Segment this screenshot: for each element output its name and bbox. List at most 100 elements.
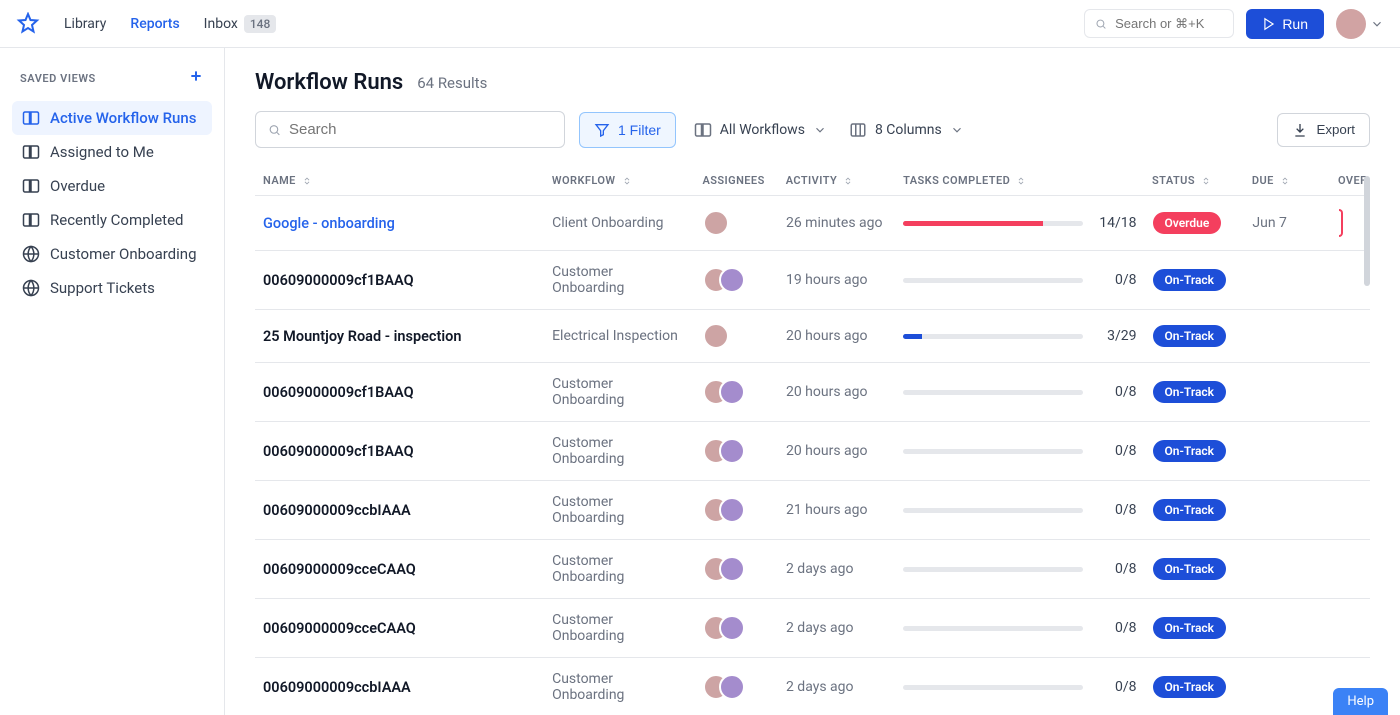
row-activity: 20 hours ago [786, 443, 868, 459]
progress: 0/8 [903, 384, 1136, 400]
global-search[interactable] [1084, 9, 1234, 38]
assignee-avatar[interactable] [703, 323, 729, 349]
sidebar-item-label: Support Tickets [50, 279, 155, 297]
sidebar-item-label: Recently Completed [50, 211, 183, 229]
table: NAME WORKFLOW ASSIGNEES ACTIVITY TASKS C… [255, 166, 1370, 715]
assignee-avatar[interactable] [719, 615, 745, 641]
table-row[interactable]: 25 Mountjoy Road - inspectionElectrical … [255, 309, 1370, 362]
table-row[interactable]: 00609000009ccbIAAA Customer Onboarding 21 … [255, 480, 1370, 539]
assignee-avatar[interactable] [719, 556, 745, 582]
status-badge: On-Track [1153, 558, 1227, 580]
sort-icon [302, 176, 312, 186]
row-name[interactable]: 00609000009cf1BAAQ [263, 272, 414, 289]
row-name[interactable]: 00609000009ccbIAAA [263, 679, 411, 696]
sidebar-item-4[interactable]: Customer Onboarding [12, 237, 212, 271]
sidebar-item-0[interactable]: Active Workflow Runs [12, 101, 212, 135]
table-row[interactable]: 00609000009cf1BAAQ Customer Onboarding 20 … [255, 421, 1370, 480]
nav-reports[interactable]: Reports [130, 16, 179, 32]
table-row[interactable]: 00609000009cf1BAAQCustomer Onboarding20 … [255, 362, 1370, 421]
progress-label: 0/8 [1095, 502, 1137, 518]
global-search-input[interactable] [1115, 16, 1223, 31]
status-badge: On-Track [1153, 325, 1227, 347]
sidebar-title: SAVED VIEWS [20, 72, 96, 85]
sort-icon [622, 176, 632, 186]
filter-icon [594, 122, 610, 138]
th-name[interactable]: NAME [255, 174, 544, 187]
help-button[interactable]: Help [1333, 688, 1388, 715]
sidebar-item-2[interactable]: Overdue [12, 169, 212, 203]
table-row[interactable]: 00609000009ccbIAAACustomer Onboarding2 d… [255, 657, 1370, 715]
row-name[interactable]: 00609000009cceCAAQ [263, 620, 416, 637]
book-icon [694, 121, 712, 139]
columns-icon [849, 121, 867, 139]
status-badge: Overdue [1153, 212, 1222, 234]
chevron-down-icon [950, 123, 964, 137]
row-workflow: Customer Onboarding [552, 435, 624, 467]
th-tasks[interactable]: TASKS COMPLETED [895, 174, 1144, 187]
export-button[interactable]: Export [1277, 113, 1370, 147]
row-name[interactable]: Google - onboarding [263, 215, 395, 232]
book-icon [22, 143, 40, 161]
app-logo[interactable] [16, 12, 40, 36]
sort-icon [1280, 176, 1290, 186]
table-row[interactable]: 00609000009cf1BAAQ Customer Onboarding 19 … [255, 250, 1370, 309]
row-activity: 19 hours ago [786, 272, 868, 288]
progress: 0/8 [903, 502, 1136, 518]
assignee-avatar[interactable] [719, 674, 745, 700]
row-name[interactable]: 00609000009cceCAAQ [263, 561, 416, 578]
table-header-row: NAME WORKFLOW ASSIGNEES ACTIVITY TASKS C… [255, 166, 1370, 195]
progress-label: 0/8 [1095, 384, 1137, 400]
results-count: 64 Results [417, 74, 487, 92]
status-badge: On-Track [1153, 269, 1227, 291]
row-workflow: Customer Onboarding [552, 494, 624, 526]
th-due[interactable]: DUE [1244, 174, 1330, 187]
assignee-avatar[interactable] [719, 438, 745, 464]
assignee-avatar[interactable] [719, 379, 745, 405]
all-workflows-label: All Workflows [720, 122, 805, 138]
assignee-avatar[interactable] [719, 267, 745, 293]
table-row[interactable]: Google - onboardingClient Onboarding26 m… [255, 195, 1370, 250]
row-activity: 26 minutes ago [786, 215, 883, 231]
toolbar: 1 Filter All Workflows 8 Columns Export [255, 111, 1370, 148]
table-row[interactable]: 00609000009cceCAAQCustomer Onboarding2 d… [255, 539, 1370, 598]
table-search-input[interactable] [289, 121, 552, 138]
globe-icon [22, 245, 40, 263]
assignee-stack [703, 497, 770, 523]
progress-label: 0/8 [1095, 561, 1137, 577]
status-badge: On-Track [1153, 617, 1227, 639]
row-workflow: Customer Onboarding [552, 264, 624, 296]
nav-library[interactable]: Library [64, 16, 106, 32]
user-menu[interactable] [1336, 9, 1384, 39]
row-activity: 21 hours ago [786, 502, 868, 518]
add-view-button[interactable] [188, 68, 204, 89]
filter-button[interactable]: 1 Filter [579, 112, 676, 148]
table-search[interactable] [255, 111, 565, 148]
run-button[interactable]: Run [1246, 9, 1324, 39]
sort-icon [1016, 176, 1026, 186]
th-activity[interactable]: ACTIVITY [778, 174, 895, 187]
row-workflow: Customer Onboarding [552, 553, 624, 585]
th-assignees[interactable]: ASSIGNEES [694, 174, 777, 187]
sidebar-item-label: Active Workflow Runs [50, 109, 196, 127]
search-icon [1095, 17, 1107, 31]
vertical-scrollbar[interactable] [1364, 176, 1370, 286]
table-row[interactable]: 00609000009cceCAAQCustomer Onboarding2 d… [255, 598, 1370, 657]
sidebar-item-5[interactable]: Support Tickets [12, 271, 212, 305]
columns-dropdown[interactable]: 8 Columns [845, 112, 968, 148]
nav-inbox-label: Inbox [204, 16, 238, 32]
th-workflow[interactable]: WORKFLOW [544, 174, 695, 187]
nav-inbox[interactable]: Inbox 148 [204, 15, 277, 33]
chevron-down-icon [1370, 17, 1384, 31]
all-workflows-dropdown[interactable]: All Workflows [690, 112, 831, 148]
progress: 0/8 [903, 561, 1136, 577]
assignee-avatar[interactable] [719, 497, 745, 523]
avatar [1336, 9, 1366, 39]
sidebar-item-1[interactable]: Assigned to Me [12, 135, 212, 169]
row-name[interactable]: 25 Mountjoy Road - inspection [263, 328, 461, 345]
row-name[interactable]: 00609000009cf1BAAQ [263, 443, 414, 460]
assignee-avatar[interactable] [703, 210, 729, 236]
row-name[interactable]: 00609000009ccbIAAA [263, 502, 411, 519]
sidebar-item-3[interactable]: Recently Completed [12, 203, 212, 237]
th-status[interactable]: STATUS [1144, 174, 1244, 187]
row-name[interactable]: 00609000009cf1BAAQ [263, 384, 414, 401]
